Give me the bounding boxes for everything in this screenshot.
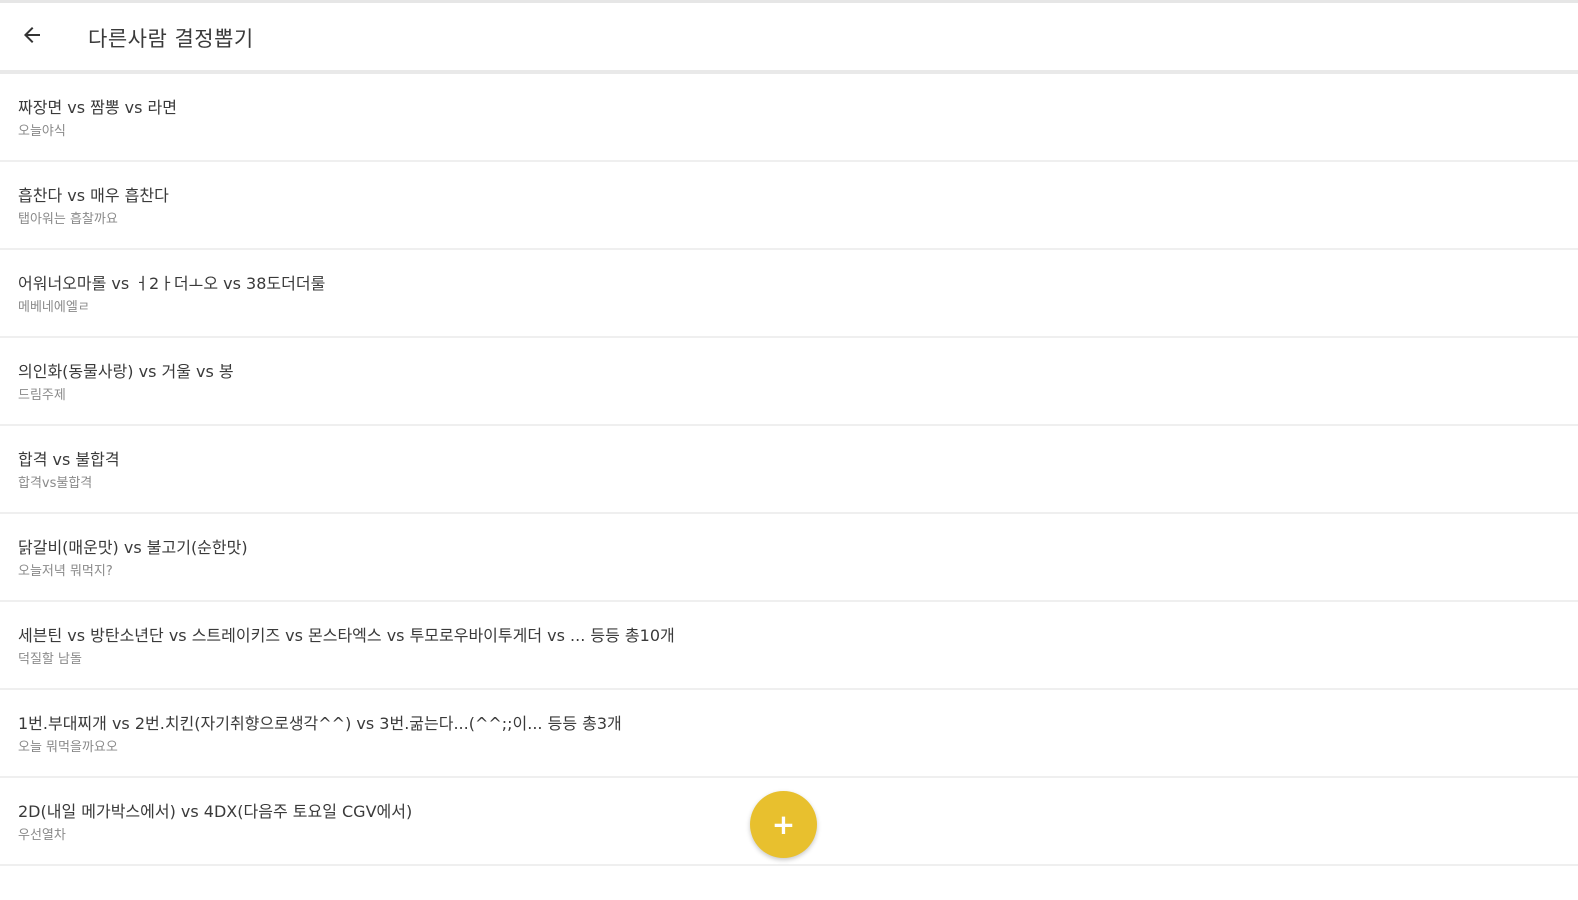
item-subtitle: 우선열차	[18, 828, 66, 843]
item-subtitle: 덕질할 남돌	[18, 652, 82, 667]
decision-list: 짜장면 vs 짬뽕 vs 라면 오늘야식 흡찬다 vs 매우 흡찬다 탭아워는 …	[0, 74, 1578, 866]
item-subtitle: 드림주제	[18, 388, 66, 403]
item-subtitle: 탭아워는 흡찰까요	[18, 212, 118, 227]
item-title: 의인화(동물사랑) vs 거울 vs 봉	[18, 362, 234, 381]
item-title: 닭갈비(매운맛) vs 불고기(순한맛)	[18, 538, 248, 557]
item-subtitle: 메베네에엘ㄹ	[18, 300, 90, 315]
plus-icon: +	[771, 807, 796, 841]
item-title: 2D(내일 메가박스에서) vs 4DX(다음주 토요일 CGV에서)	[18, 802, 413, 821]
list-item[interactable]: 1번.부대찌개 vs 2번.치킨(자기취향으로생각^^) vs 3번.굶는다..…	[0, 690, 1578, 778]
page-title: 다른사람 결정뽑기	[88, 27, 254, 51]
list-item[interactable]: 닭갈비(매운맛) vs 불고기(순한맛) 오늘저녁 뭐먹지?	[0, 514, 1578, 602]
add-button[interactable]: +	[750, 791, 817, 858]
list-item[interactable]: 합격 vs 불합격 합격vs불합격	[0, 426, 1578, 514]
list-item[interactable]: 어워너오마롤 vs ㅓ2ㅏ더ㅗ오 vs 38도더더룰 메베네에엘ㄹ	[0, 250, 1578, 338]
item-subtitle: 오늘야식	[18, 124, 66, 139]
item-title: 1번.부대찌개 vs 2번.치킨(자기취향으로생각^^) vs 3번.굶는다..…	[18, 714, 622, 733]
list-item[interactable]: 의인화(동물사랑) vs 거울 vs 봉 드림주제	[0, 338, 1578, 426]
list-item[interactable]: 짜장면 vs 짬뽕 vs 라면 오늘야식	[0, 74, 1578, 162]
item-title: 세븐틴 vs 방탄소년단 vs 스트레이키즈 vs 몬스타엑스 vs 투모로우바…	[18, 626, 675, 645]
list-item[interactable]: 세븐틴 vs 방탄소년단 vs 스트레이키즈 vs 몬스타엑스 vs 투모로우바…	[0, 602, 1578, 690]
item-title: 흡찬다 vs 매우 흡찬다	[18, 186, 169, 205]
item-subtitle: 오늘저녁 뭐먹지?	[18, 564, 113, 579]
item-subtitle: 오늘 뭐먹을까요오	[18, 740, 118, 755]
arrow-left-icon	[20, 23, 44, 51]
back-button[interactable]	[12, 17, 52, 57]
item-subtitle: 합격vs불합격	[18, 476, 93, 491]
app-bar: 다른사람 결정뽑기	[0, 3, 1578, 74]
item-title: 짜장면 vs 짬뽕 vs 라면	[18, 98, 177, 117]
list-item[interactable]: 흡찬다 vs 매우 흡찬다 탭아워는 흡찰까요	[0, 162, 1578, 250]
item-title: 어워너오마롤 vs ㅓ2ㅏ더ㅗ오 vs 38도더더룰	[18, 274, 326, 293]
item-title: 합격 vs 불합격	[18, 450, 120, 469]
